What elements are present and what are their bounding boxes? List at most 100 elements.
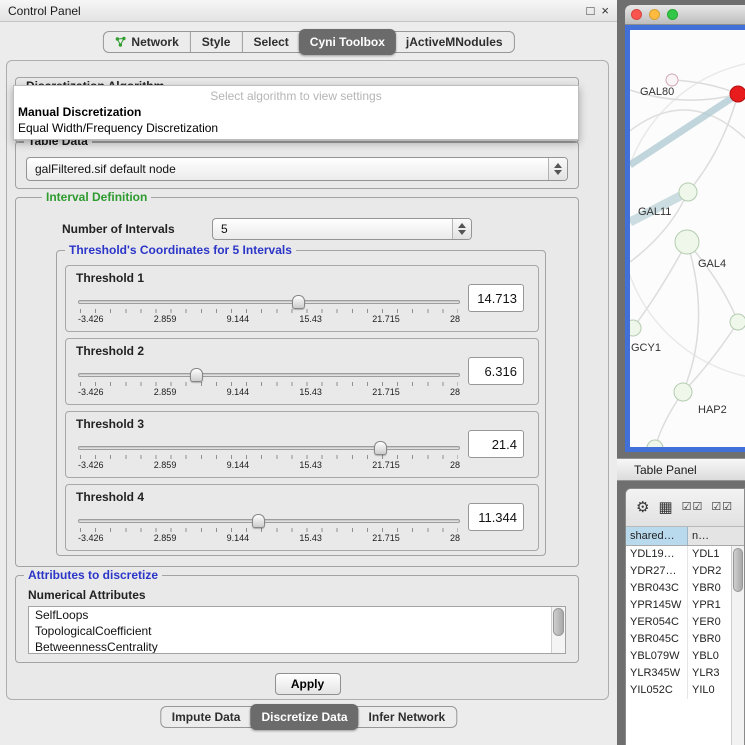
tab-infer-network[interactable]: Infer Network [358,707,457,727]
network-node[interactable] [679,183,697,201]
control-panel-tabs: Network Style Select Cyni Toolbox jActiv… [102,31,514,53]
mac-minimize-button[interactable] [649,9,660,20]
table-row[interactable]: YBL079WYBL0 [626,648,744,665]
table-row[interactable]: YDR27…YDR2 [626,563,744,580]
table-row[interactable]: YER054CYER0 [626,614,744,631]
network-node[interactable] [666,74,678,86]
checkbox-icon[interactable]: ☑ [722,502,732,513]
slider-track[interactable] [78,300,460,304]
scrollbar-thumb[interactable] [553,608,564,636]
columns-icon[interactable]: ▦ [658,500,672,515]
list-item[interactable]: TopologicalCoefficient [29,623,565,639]
slider-ticks [80,382,458,386]
network-node[interactable] [647,440,663,447]
num-intervals-combo[interactable]: 5 [212,218,472,240]
slider-ticks [80,455,458,459]
threshold-3-value-field[interactable] [468,430,524,458]
tab-discretize-data[interactable]: Discretize Data [250,704,358,730]
network-edge[interactable] [630,94,738,165]
column-header-shared-name[interactable]: shared… [626,527,688,545]
table-cell[interactable]: YPR145W [626,597,688,614]
table-cell[interactable]: YBL079W [626,648,688,665]
table-row[interactable]: YPR145WYPR1 [626,597,744,614]
table-data-combo[interactable]: galFiltered.sif default node [26,157,568,181]
list-item[interactable]: BetweennessCentrality [29,639,565,654]
algorithm-option-equal-width[interactable]: Equal Width/Frequency Discretization [14,120,578,136]
table-cell[interactable]: YDL19… [626,546,688,563]
table-cell[interactable]: YDR27… [626,563,688,580]
network-node[interactable] [730,314,745,330]
combo-stepper [452,219,471,239]
mac-close-button[interactable] [631,9,642,20]
checkbox-icon[interactable]: ☑ [682,502,692,513]
slider-thumb[interactable] [374,441,387,455]
scrollbar-thumb[interactable] [733,548,743,592]
scale-label: 15.43 [299,387,322,397]
table-row[interactable]: YIL052CYIL0 [626,682,744,699]
attributes-list-scrollbar[interactable] [551,607,565,653]
network-view-frame: GAL80 GAL11 GAL4 GCY1 HAP2 [625,25,745,452]
network-edge[interactable] [687,242,738,322]
apply-button[interactable]: Apply [275,673,341,695]
tab-jactivemnodules[interactable]: jActiveMNodules [395,32,514,52]
list-item[interactable]: SelfLoops [29,607,565,623]
checkbox-icon[interactable]: ☑ [693,502,703,513]
network-edge[interactable] [633,242,687,328]
num-intervals-label: Number of Intervals [62,222,175,236]
network-edge[interactable] [683,242,699,392]
tab-label: Impute Data [172,710,241,724]
slider-track[interactable] [78,519,460,523]
table-cell[interactable]: YLR345W [626,665,688,682]
threshold-2-value-field[interactable] [468,357,524,385]
table-cell[interactable]: YIL052C [626,682,688,699]
slider-track[interactable] [78,446,460,450]
scale-label: 21.715 [372,314,400,324]
slider-scale: -3.426 2.859 9.144 15.43 21.715 28 [78,460,460,470]
network-node[interactable] [675,230,699,254]
table-row[interactable]: YLR345WYLR3 [626,665,744,682]
table-panel-window: ⚙ ▦ ☑ ☑ ☑ ☑ shared… n… YDL19…YDL1 YDR27…… [625,488,745,745]
tab-cyni-toolbox[interactable]: Cyni Toolbox [299,29,396,55]
float-window-icon[interactable]: □ [587,4,595,18]
scale-label: -3.426 [78,533,104,543]
table-row[interactable]: YBR043CYBR0 [626,580,744,597]
table-row[interactable]: YDL19…YDL1 [626,546,744,563]
table-cell[interactable]: YBR045C [626,631,688,648]
table-panel-header: Table Panel [617,458,745,481]
network-edge[interactable] [672,80,738,94]
slider-thumb[interactable] [292,295,305,309]
tab-network[interactable]: Network [103,32,189,52]
threshold-4-value-field[interactable] [468,503,524,531]
tab-style[interactable]: Style [190,32,242,52]
slider-thumb[interactable] [252,514,265,528]
network-edge[interactable] [630,60,745,380]
slider-track[interactable] [78,373,460,377]
network-edge[interactable] [683,322,738,392]
slider-scale: -3.426 2.859 9.144 15.43 21.715 28 [78,314,460,324]
close-icon[interactable]: × [601,4,609,18]
network-node[interactable] [630,320,641,336]
network-node[interactable] [674,383,692,401]
tab-select[interactable]: Select [241,32,299,52]
threshold-1-value-field[interactable] [468,284,524,312]
network-node-selected[interactable] [730,86,745,102]
table-cell[interactable]: YER054C [626,614,688,631]
table-scrollbar[interactable] [731,546,744,745]
network-canvas[interactable]: GAL80 GAL11 GAL4 GCY1 HAP2 [630,30,745,447]
slider-thumb[interactable] [190,368,203,382]
node-label: GAL80 [640,86,674,98]
tab-impute-data[interactable]: Impute Data [161,707,252,727]
gear-icon[interactable]: ⚙ [636,500,649,515]
checkbox-icon[interactable]: ☑ [711,502,721,513]
scale-label: 9.144 [227,387,250,397]
table-cell[interactable]: YBR043C [626,580,688,597]
network-view-window: GAL80 GAL11 GAL4 GCY1 HAP2 [625,5,745,452]
mac-zoom-button[interactable] [667,9,678,20]
scale-label: -3.426 [78,460,104,470]
column-header-name[interactable]: n… [688,527,744,545]
table-row[interactable]: YBR045CYBR0 [626,631,744,648]
algorithm-option-manual[interactable]: Manual Discretization [14,104,578,120]
control-panel: Control Panel □ × Network Style Select C… [0,0,617,745]
table-body: YDL19…YDL1 YDR27…YDR2 YBR043CYBR0 YPR145… [626,546,744,745]
threshold-2-block: Threshold 2 -3.426 2.859 9.144 15.43 21.… [65,338,539,405]
